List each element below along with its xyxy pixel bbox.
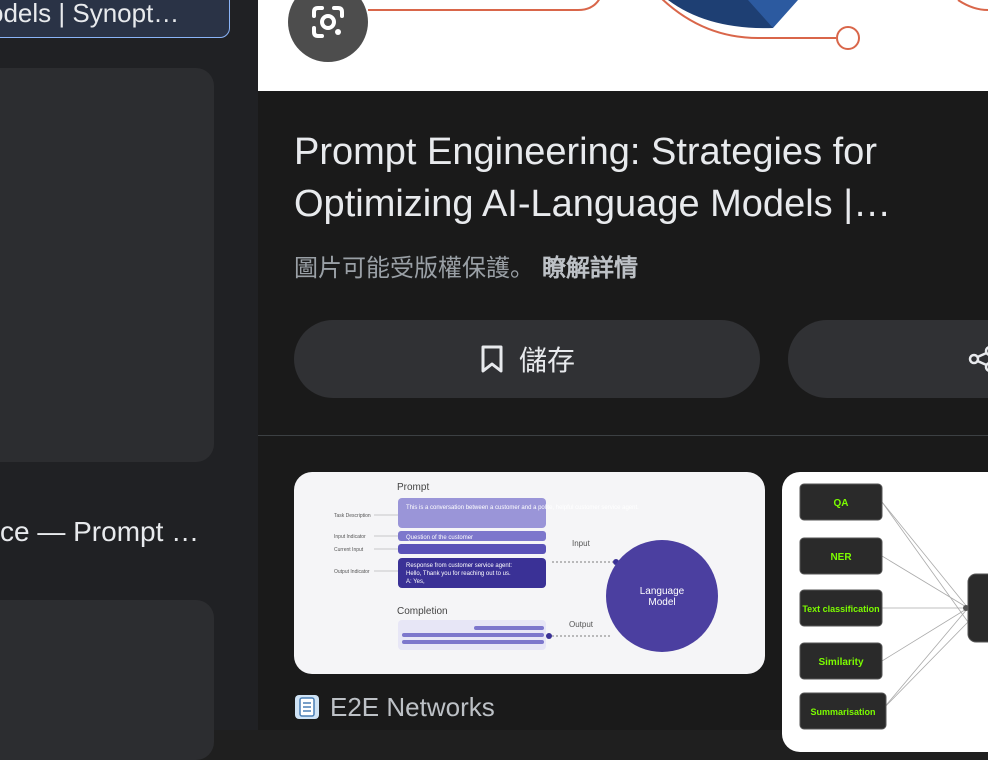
site-favicon-icon [294, 694, 320, 720]
selected-result-chip[interactable]: odels | Synopt… [0, 0, 230, 38]
diagram-model-line1: Language [640, 586, 685, 597]
diagram-output-label: Output [569, 620, 594, 629]
section-divider [258, 435, 988, 436]
diagram-box4-line1: Response from customer service agent: [406, 563, 512, 569]
diagram-completion-heading: Completion [397, 606, 448, 617]
result-title[interactable]: ce — Prompt … [0, 516, 248, 548]
result-thumbnail[interactable] [0, 68, 214, 462]
task-qa: QA [834, 498, 849, 509]
diagram-label-output-indicator: Output Indicator [334, 569, 370, 575]
task-similarity: Similarity [818, 657, 863, 668]
share-icon [968, 345, 988, 373]
save-label: 儲存 [518, 345, 575, 376]
diagram-box1: This is a conversation between a custome… [406, 505, 639, 511]
save-button[interactable]: 儲存 [294, 320, 760, 398]
related-image-1[interactable]: Prompt This is a conversation between a … [294, 472, 765, 674]
related-image-2[interactable]: QA NER Text classification Similarity Su… [782, 472, 988, 752]
diagram-label-current-input: Current Input [334, 547, 364, 553]
task-text-classification: Text classification [802, 604, 879, 614]
diagram-label-input-indicator: Input Indicator [334, 534, 366, 540]
copyright-text: 圖片可能受版權保護。 [294, 255, 534, 282]
share-button[interactable] [788, 320, 988, 398]
preview-image[interactable] [258, 0, 988, 91]
diagram-box4-line3: A: Yes, [406, 579, 425, 585]
diagram-model-line2: Model [648, 597, 675, 608]
copyright-notice: 圖片可能受版權保護。 瞭解詳情 [294, 248, 638, 283]
related-source[interactable]: E2E Networks [294, 690, 495, 724]
task-summarisation: Summarisation [810, 707, 875, 717]
prompt-diagram: Prompt This is a conversation between a … [334, 482, 718, 652]
source-name: E2E Networks [330, 691, 495, 722]
image-preview-panel: Prompt Engineering: Strategies for Optim… [258, 0, 988, 752]
nlp-tasks-diagram: QA NER Text classification Similarity Su… [799, 483, 988, 730]
diagram-input-label: Input [572, 539, 591, 548]
image-title[interactable]: Prompt Engineering: Strategies for Optim… [294, 126, 954, 230]
results-column: odels | Synopt… ce — Prompt … [0, 0, 258, 760]
diagram-label-task: Task Description [334, 513, 371, 519]
learn-more-link[interactable]: 瞭解詳情 [542, 255, 638, 282]
diagram-prompt-heading: Prompt [397, 482, 429, 493]
preview-image-art [368, 0, 988, 50]
result-thumbnail-2[interactable] [0, 600, 214, 760]
diagram-box2: Question of the customer [406, 535, 473, 541]
task-ner: NER [830, 552, 852, 563]
diagram-box4-line2: Hello, Thank you for reaching out to us. [406, 571, 511, 577]
bookmark-icon [479, 344, 505, 374]
lens-icon [308, 2, 348, 42]
